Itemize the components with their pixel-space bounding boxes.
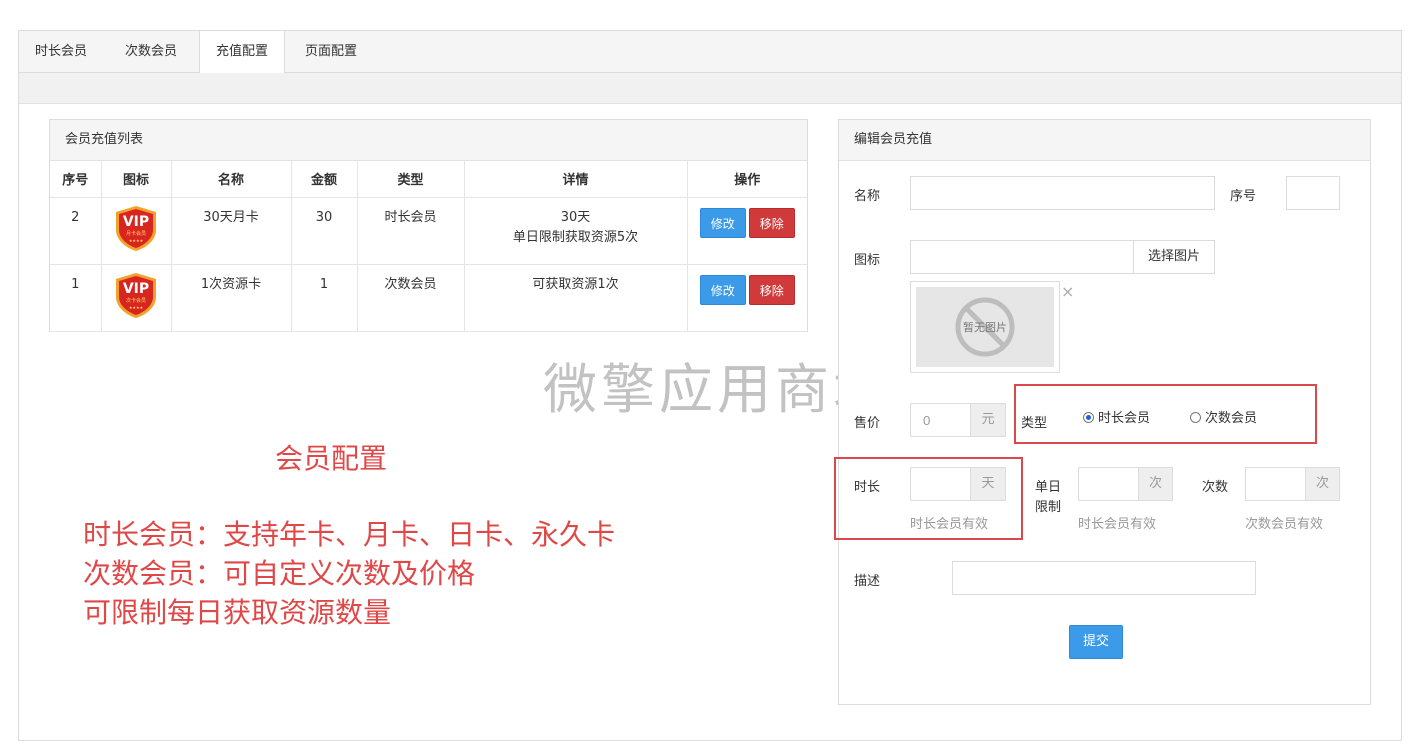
count-unit: 次 [1305,467,1340,501]
row-type: 次数会员 [357,264,465,332]
duration-highlight-box [834,457,1023,540]
edit-button[interactable]: 修改 [699,207,746,238]
row-name: 1次资源卡 [171,264,292,332]
vip-count-card-icon: VIP 次卡会员 ★★★★ [116,272,156,318]
row-type: 时长会员 [357,197,465,265]
row-detail: 可获取资源1次 [464,264,688,332]
icon-label: 图标 [854,253,881,268]
price-input[interactable] [910,403,971,437]
row-name: 30天月卡 [171,197,292,265]
row-seq: 1 [50,264,102,332]
col-amount: 金额 [291,161,358,198]
seq-input[interactable] [1286,176,1340,210]
vip-badge-text: VIP [123,281,149,297]
table-header-row: 序号 图标 名称 金额 类型 详情 操作 [50,161,807,198]
name-input[interactable] [910,176,1215,210]
daily-limit-unit: 次 [1138,467,1173,501]
count-label: 次数 [1202,480,1229,495]
image-preview: 暂无图片 [910,281,1060,373]
col-actions: 操作 [687,161,807,198]
row-actions: 修改 移除 [687,197,807,265]
remove-image-icon[interactable]: × [1061,282,1074,301]
name-label: 名称 [854,189,881,204]
row-detail-line1: 30天 [560,209,591,225]
svg-text:★★★★: ★★★★ [129,238,144,243]
row-icon: VIP 月卡会员 ★★★★ [101,197,172,265]
daily-limit-input[interactable] [1078,467,1139,501]
choose-image-button[interactable]: 选择图片 [1133,240,1215,274]
col-type: 类型 [357,161,465,198]
price-label: 售价 [854,416,881,431]
price-unit: 元 [970,403,1006,437]
row-seq: 2 [50,197,102,265]
remove-button[interactable]: 移除 [748,207,795,238]
no-image-text: 暂无图片 [963,321,1007,334]
tab-count-member[interactable]: 次数会员 [109,31,193,73]
vip-month-card-icon: VIP 月卡会员 ★★★★ [116,205,156,251]
sub-toolbar [19,73,1401,104]
annotation-line-1: 时长会员：支持年卡、月卡、日卡、永久卡 [83,518,616,551]
annotation-title: 会员配置 [275,442,388,475]
count-hint: 次数会员有效 [1245,517,1324,532]
desc-label: 描述 [854,574,881,589]
row-detail-line1: 可获取资源1次 [532,276,619,292]
icon-path-input[interactable] [910,240,1134,274]
tab-duration-member[interactable]: 时长会员 [19,31,103,73]
tab-page-config[interactable]: 页面配置 [289,31,373,73]
table-row: 2 VIP 月卡会员 ★★★★ 30天月卡 30 时长会员 30天 单日限制获取… [50,197,807,265]
edit-button[interactable]: 修改 [699,274,746,305]
tab-recharge-config[interactable]: 充值配置 [199,31,286,74]
row-amount: 1 [291,264,358,332]
tab-bar: 时长会员 次数会员 充值配置 页面配置 [19,31,1401,74]
type-highlight-box [1014,384,1317,444]
daily-limit-label-2: 限制 [1035,500,1062,515]
annotation-line-3: 可限制每日获取资源数量 [83,596,392,629]
col-name: 名称 [171,161,292,198]
desc-input[interactable] [952,561,1256,595]
row-actions: 修改 移除 [687,264,807,332]
row-detail-line2: 单日限制获取资源5次 [512,229,639,245]
vip-badge-subtext: 月卡会员 [126,230,146,237]
svg-text:★★★★: ★★★★ [129,305,144,310]
vip-badge-subtext: 次卡会员 [126,297,146,304]
count-input[interactable] [1245,467,1306,501]
vip-badge-text: VIP [123,214,149,230]
row-amount: 30 [291,197,358,265]
submit-button[interactable]: 提交 [1069,625,1123,659]
edit-panel-title: 编辑会员充值 [839,120,1370,161]
recharge-list-title: 会员充值列表 [50,120,807,161]
recharge-list-panel: 会员充值列表 序号 图标 名称 金额 类型 详情 操作 2 VIP 月卡会员 ★… [49,119,808,332]
row-icon: VIP 次卡会员 ★★★★ [101,264,172,332]
table-row: 1 VIP 次卡会员 ★★★★ 1次资源卡 1 次数会员 可获取资源1次 修改 … [50,264,807,332]
col-seq: 序号 [50,161,102,198]
annotation-line-2: 次数会员：可自定义次数及价格 [83,557,476,590]
daily-limit-hint: 时长会员有效 [1078,517,1157,532]
col-icon: 图标 [101,161,172,198]
col-detail: 详情 [464,161,688,198]
remove-button[interactable]: 移除 [748,274,795,305]
daily-limit-label-1: 单日 [1035,480,1062,495]
seq-label: 序号 [1230,189,1257,204]
row-detail: 30天 单日限制获取资源5次 [464,197,688,265]
recharge-table: 序号 图标 名称 金额 类型 详情 操作 2 VIP 月卡会员 ★★★★ 30天… [50,161,807,332]
